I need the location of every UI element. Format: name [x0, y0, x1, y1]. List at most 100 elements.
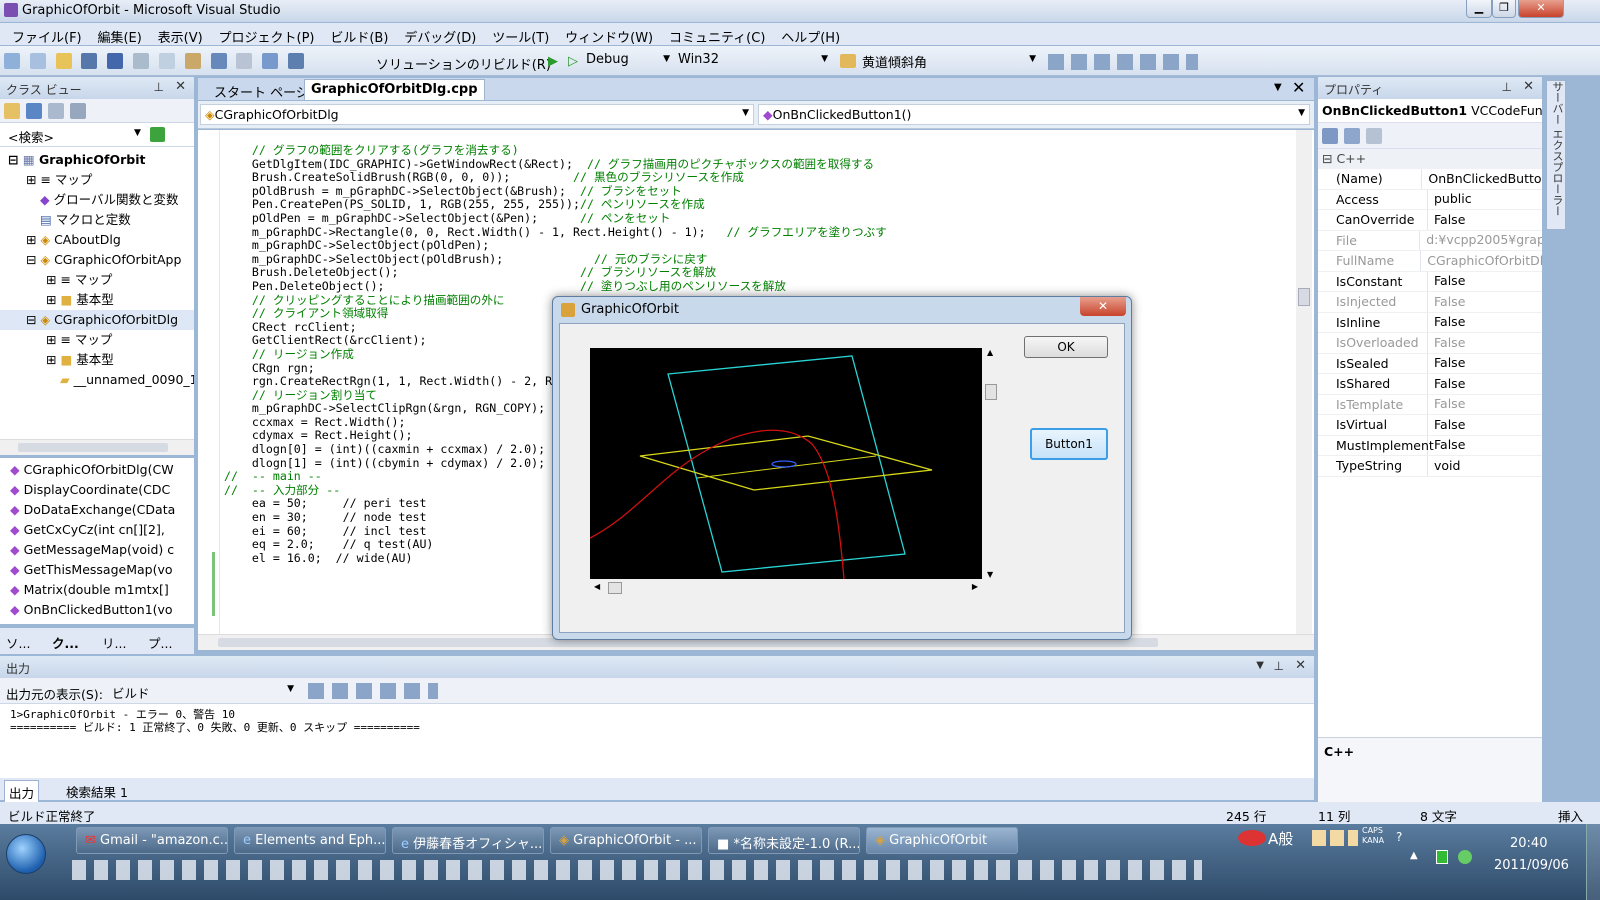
- graph-hscroll[interactable]: ◀ ▶: [590, 581, 982, 595]
- paste-icon[interactable]: [184, 53, 201, 69]
- toolbar-tools-icons[interactable]: [1048, 54, 1198, 70]
- dialog-close-button[interactable]: ✕: [1080, 297, 1126, 316]
- server-explorer-tab[interactable]: サーバー エクスプローラー: [1546, 80, 1566, 230]
- clock-date[interactable]: 2011/09/06: [1494, 858, 1569, 873]
- member-item[interactable]: ◆ DoDataExchange(CData: [0, 500, 194, 520]
- property-row[interactable]: IsSealed False: [1318, 353, 1542, 374]
- member-item[interactable]: ◆ Matrix(double m1mtx[]: [0, 580, 194, 600]
- menu-build[interactable]: ビルド(B): [324, 23, 394, 46]
- close-icon[interactable]: ✕: [1292, 78, 1305, 97]
- property-row[interactable]: IsInjected False: [1318, 292, 1542, 313]
- cut-icon[interactable]: [133, 53, 150, 69]
- search-input[interactable]: <検索>: [8, 130, 54, 145]
- class-combo[interactable]: ◈CGraphicOfOrbitDlg ▼: [200, 104, 754, 125]
- taskbar-item-vs[interactable]: ◈ GraphicOfOrbit - ...: [550, 827, 702, 854]
- member-item[interactable]: ◆ OnBnClickedButton1(vo: [0, 600, 194, 620]
- network-icon[interactable]: [1458, 850, 1472, 864]
- ok-button[interactable]: OK: [1024, 336, 1108, 358]
- minimize-button[interactable]: ▁: [1466, 0, 1492, 18]
- taskbar-item-graphic[interactable]: ◈ GraphicOfOrbit: [866, 827, 1018, 854]
- close-icon[interactable]: ✕: [1295, 658, 1306, 673]
- tree-item-globals[interactable]: ◆ グローバル関数と変数: [0, 190, 194, 210]
- output-tool-icons[interactable]: [308, 683, 438, 699]
- output-text[interactable]: 1>GraphicOfOrbit - エラー 0、警告 10 ==========…: [0, 704, 1314, 738]
- tab-property[interactable]: プ...: [148, 633, 172, 652]
- property-category[interactable]: ⊟ C++: [1318, 149, 1542, 169]
- close-icon[interactable]: ✕: [1523, 79, 1534, 94]
- tree-item-macros[interactable]: ▤ マクロと定数: [0, 210, 194, 230]
- find-combo[interactable]: 黄道傾斜角 ▼: [860, 52, 1040, 71]
- taskbar-item-paint[interactable]: ■ *名称未設定-1.0 (R...: [708, 827, 860, 854]
- forward-icon[interactable]: [48, 103, 64, 119]
- member-item[interactable]: ◆ CGraphicOfOrbitDlg(CW: [0, 460, 194, 480]
- redo-icon[interactable]: [236, 53, 253, 69]
- property-row[interactable]: IsShared False: [1318, 374, 1542, 395]
- maximize-button[interactable]: ❐: [1492, 0, 1516, 18]
- menu-project[interactable]: プロジェクト(P): [213, 23, 321, 46]
- start-nodebug-icon[interactable]: ▷: [568, 54, 578, 69]
- property-row[interactable]: IsVirtual False: [1318, 415, 1542, 436]
- settings-icon[interactable]: [70, 103, 86, 119]
- property-row[interactable]: MustImplement False: [1318, 435, 1542, 456]
- menu-tools[interactable]: ツール(T): [486, 23, 555, 46]
- back-icon[interactable]: [26, 103, 42, 119]
- start-icon[interactable]: ▶: [548, 54, 558, 69]
- menu-view[interactable]: 表示(V): [152, 23, 209, 46]
- chevron-down-icon[interactable]: ▼: [1256, 660, 1264, 671]
- tab-resource[interactable]: リ...: [102, 633, 126, 652]
- tab-class[interactable]: ク...: [52, 633, 79, 652]
- tree-item-capp-base[interactable]: ⊞ ■ 基本型: [0, 290, 194, 310]
- property-row[interactable]: IsConstant False: [1318, 271, 1542, 292]
- properties-object-select[interactable]: OnBnClickedButton1 VCCodeFunc: [1318, 99, 1542, 123]
- property-row[interactable]: CanOverride False: [1318, 210, 1542, 231]
- pin-icon[interactable]: ⊥: [1274, 659, 1284, 673]
- property-row[interactable]: File d:¥vcpp2005¥graph: [1318, 230, 1542, 251]
- show-hidden-icon[interactable]: ▲: [1410, 850, 1418, 861]
- sort-alpha-icon[interactable]: [1344, 128, 1360, 144]
- tree-item-cdlg[interactable]: ⊟ ◈ CGraphicOfOrbitDlg: [0, 310, 194, 330]
- property-row[interactable]: IsOverloaded False: [1318, 333, 1542, 354]
- member-combo[interactable]: ◆OnBnClickedButton1() ▼: [758, 104, 1310, 125]
- menu-file[interactable]: ファイル(F): [6, 23, 88, 46]
- tree-item-capp-map[interactable]: ⊞ ≡ マップ: [0, 270, 194, 290]
- member-item[interactable]: ◆ GetMessageMap(void) c: [0, 540, 194, 560]
- rebuild-label[interactable]: ソリューションのリビルド(R): [376, 54, 551, 73]
- rebuild-icon[interactable]: [288, 53, 305, 69]
- platform-select[interactable]: Win32 ▼: [676, 52, 830, 71]
- taskbar-item-gmail[interactable]: ✉ Gmail - "amazon.c...: [76, 827, 228, 854]
- tab-find-results[interactable]: 検索結果 1: [66, 782, 128, 801]
- tree-item-cdlg-base[interactable]: ⊞ ■ 基本型: [0, 350, 194, 370]
- property-row[interactable]: TypeString void: [1318, 456, 1542, 477]
- chevron-down-icon[interactable]: ▼: [1274, 82, 1282, 93]
- member-item[interactable]: ◆ GetThisMessageMap(vo: [0, 560, 194, 580]
- menu-edit[interactable]: 編集(E): [91, 23, 147, 46]
- graph-vscroll[interactable]: ▲ ▼: [984, 348, 998, 579]
- tab-solution[interactable]: ソ...: [6, 633, 30, 652]
- close-button[interactable]: ✕: [1518, 0, 1564, 18]
- go-icon[interactable]: [150, 127, 165, 142]
- property-row[interactable]: FullName CGraphicOfOrbitDlg: [1318, 251, 1542, 272]
- property-row[interactable]: IsInline False: [1318, 312, 1542, 333]
- save-icon[interactable]: [81, 53, 98, 69]
- class-view-search[interactable]: <検索> ▼: [0, 123, 194, 147]
- property-row[interactable]: IsTemplate False: [1318, 394, 1542, 415]
- taskbar-item-ito[interactable]: e 伊藤春香オフィシャ...: [392, 827, 544, 854]
- show-desktop-button[interactable]: [1586, 824, 1600, 900]
- tab-start-page[interactable]: スタート ページ: [214, 82, 309, 101]
- tree-item-cdlg-map[interactable]: ⊞ ≡ マップ: [0, 330, 194, 350]
- member-item[interactable]: ◆ DisplayCoordinate(CDC: [0, 480, 194, 500]
- help-icon[interactable]: ?: [1396, 830, 1402, 844]
- pin-icon[interactable]: ⊥: [154, 80, 164, 94]
- tree-item-unnamed[interactable]: ▰ __unnamed_0090_1: [0, 370, 194, 390]
- clock-time[interactable]: 20:40: [1510, 836, 1547, 851]
- new-project-icon[interactable]: [4, 53, 20, 69]
- property-pages-icon[interactable]: [1366, 128, 1382, 144]
- tree-item-root[interactable]: ⊟ ▦ GraphicOfOrbit: [0, 150, 194, 170]
- tree-item-capp[interactable]: ⊟ ◈ CGraphicOfOrbitApp: [0, 250, 194, 270]
- tray-icons[interactable]: [1238, 830, 1266, 846]
- start-button[interactable]: [6, 834, 46, 874]
- config-select[interactable]: Debug ▼: [584, 52, 672, 71]
- navigate-icon[interactable]: [262, 53, 279, 69]
- member-item[interactable]: ◆ GetCxCyCz(int cn[][2],: [0, 520, 194, 540]
- tree-item-map[interactable]: ⊞ ≡ マップ: [0, 170, 194, 190]
